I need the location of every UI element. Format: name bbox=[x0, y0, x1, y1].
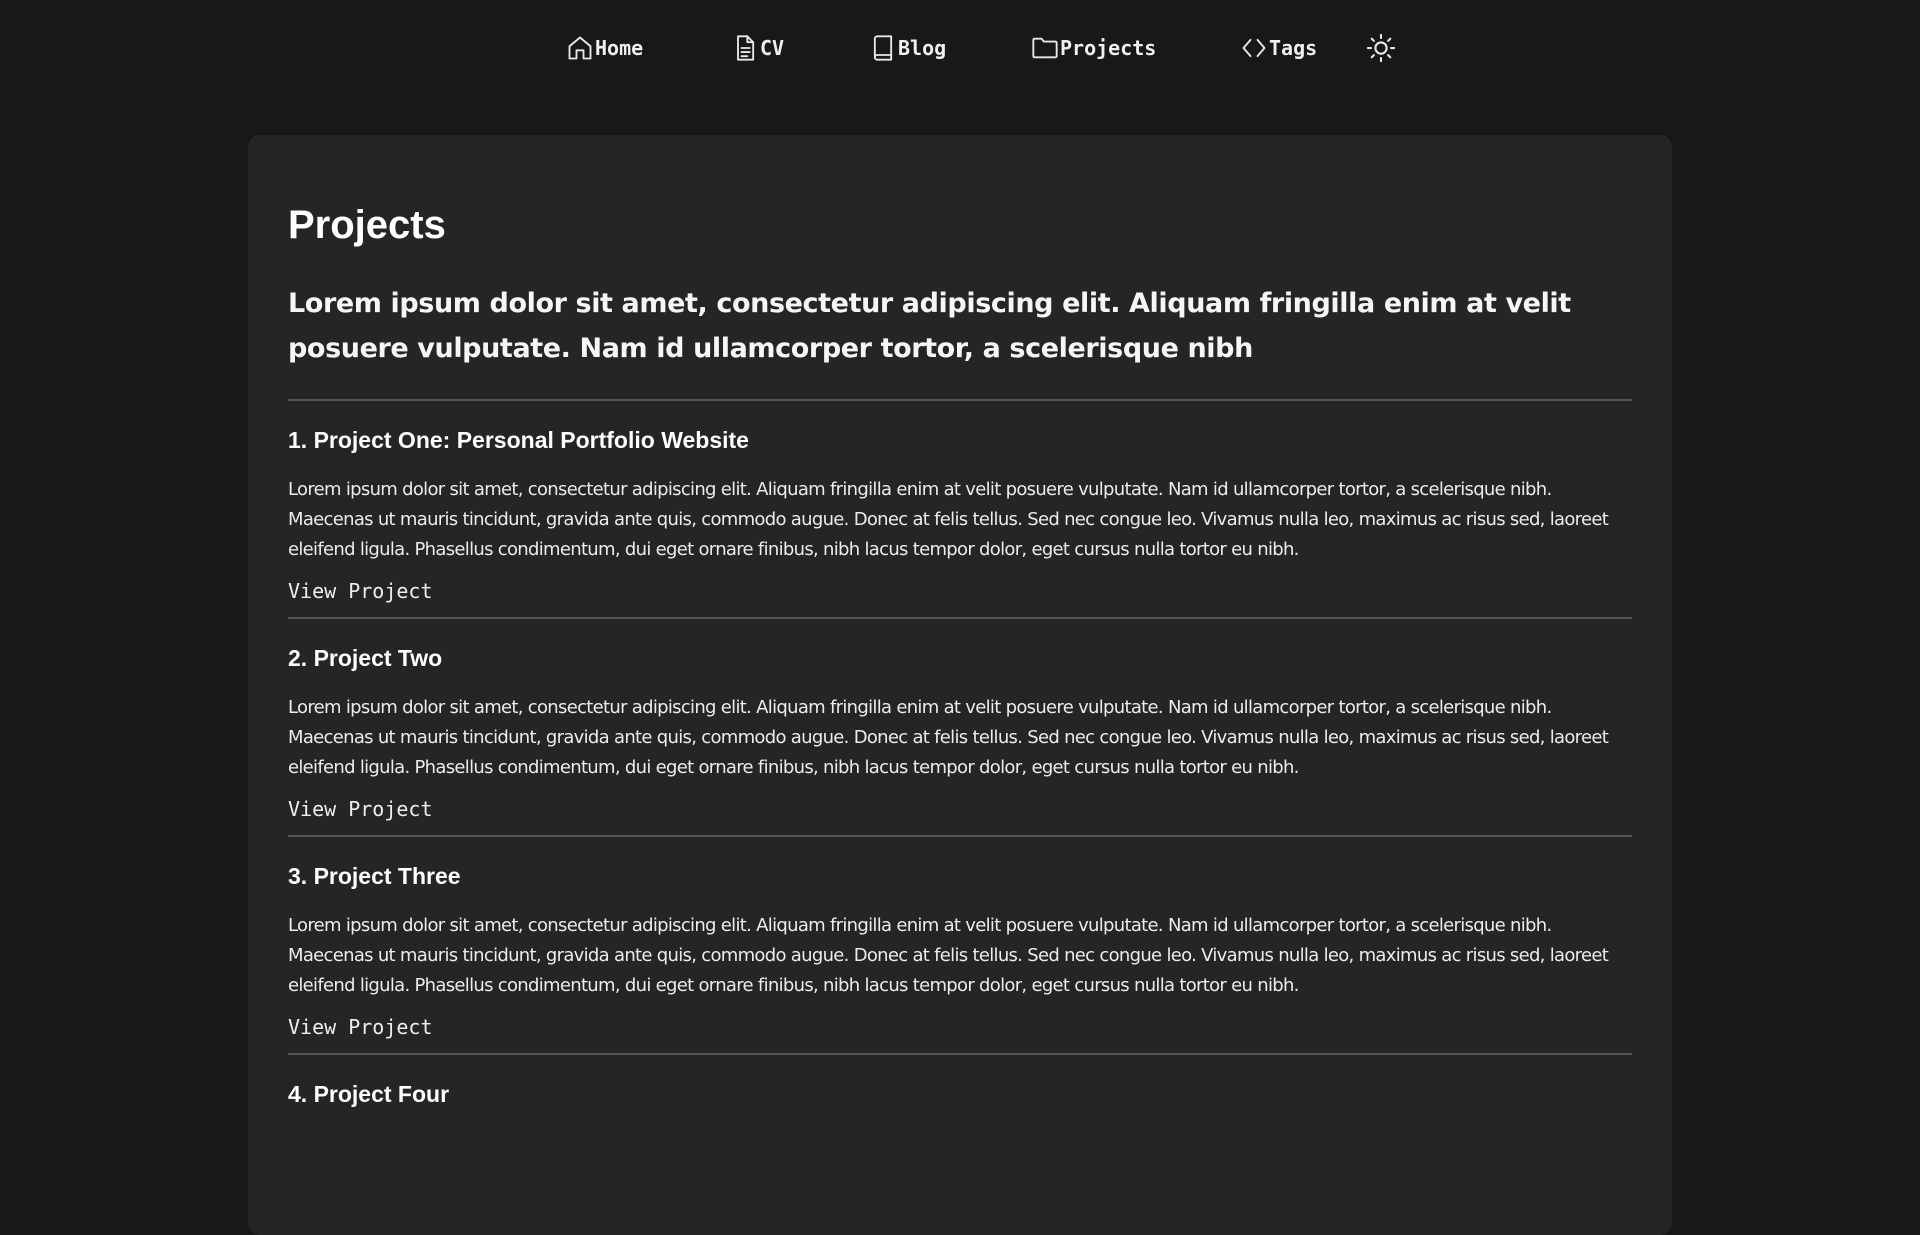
project-description: Lorem ipsum dolor sit amet, consectetur … bbox=[288, 478, 1609, 560]
content-card: Projects Lorem ipsum dolor sit amet, con… bbox=[248, 135, 1672, 1235]
project-description: Lorem ipsum dolor sit amet, consectetur … bbox=[288, 914, 1609, 996]
project-title: 1. Project One: Personal Portfolio Websi… bbox=[288, 427, 749, 453]
project-item: 3. Project Three Lorem ipsum dolor sit a… bbox=[288, 837, 1632, 1055]
theme-toggle-button[interactable] bbox=[1366, 33, 1396, 63]
code-icon bbox=[1242, 38, 1266, 58]
page-title: Projects bbox=[288, 203, 446, 247]
nav-item-label: CV bbox=[760, 36, 785, 60]
nav-item-tags[interactable]: Tags bbox=[1240, 30, 1317, 66]
document-icon bbox=[737, 35, 755, 61]
nav-item-projects[interactable]: Projects bbox=[1031, 30, 1156, 66]
page-lead: Lorem ipsum dolor sit amet, consectetur … bbox=[288, 288, 1571, 364]
nav-item-blog[interactable]: Blog bbox=[869, 30, 946, 66]
top-navigation: Home CV Blog Projects Tags bbox=[0, 0, 1920, 96]
project-item: 2. Project Two Lorem ipsum dolor sit ame… bbox=[288, 619, 1632, 837]
project-title: 3. Project Three bbox=[288, 863, 461, 889]
sun-icon bbox=[1366, 33, 1396, 63]
nav-item-label: Blog bbox=[898, 36, 947, 60]
project-description: Lorem ipsum dolor sit amet, consectetur … bbox=[288, 696, 1609, 778]
view-project-link[interactable]: View Project bbox=[288, 1015, 433, 1039]
nav-item-cv[interactable]: CV bbox=[731, 30, 784, 66]
home-icon bbox=[568, 36, 592, 60]
project-title: 2. Project Two bbox=[288, 645, 443, 671]
nav-item-home[interactable]: Home bbox=[566, 30, 643, 66]
book-icon bbox=[873, 35, 893, 61]
nav-item-label: Home bbox=[595, 36, 644, 60]
view-project-link[interactable]: View Project bbox=[288, 579, 433, 603]
project-title: 4. Project Four bbox=[288, 1081, 450, 1107]
project-item: 4. Project Four bbox=[288, 1055, 1632, 1235]
nav-item-label: Projects bbox=[1060, 36, 1157, 60]
view-project-link[interactable]: View Project bbox=[288, 797, 433, 821]
nav-item-label: Tags bbox=[1269, 36, 1318, 60]
folder-icon bbox=[1032, 37, 1058, 59]
project-item: 1. Project One: Personal Portfolio Websi… bbox=[288, 401, 1632, 619]
